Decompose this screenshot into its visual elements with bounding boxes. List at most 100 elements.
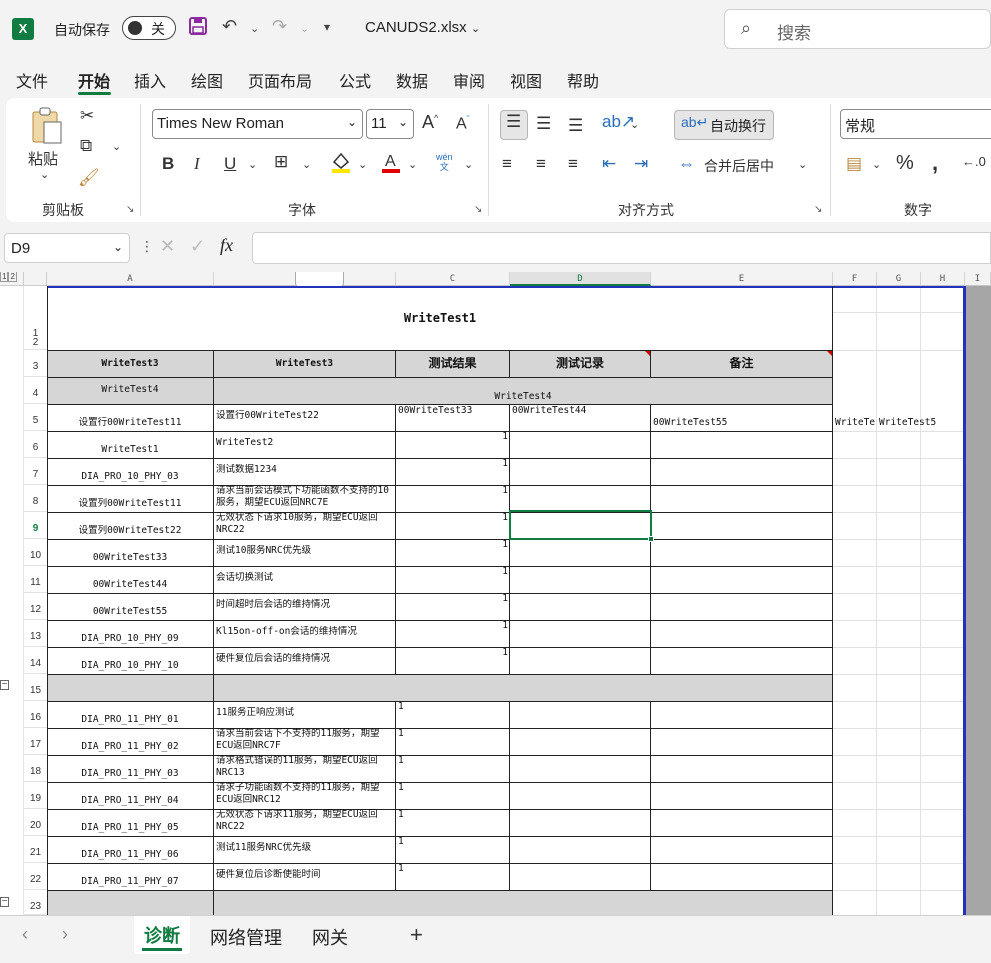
row-header[interactable]: 5	[24, 404, 47, 431]
column-header-i[interactable]: I	[965, 272, 991, 286]
column-header-g[interactable]: G	[877, 272, 921, 286]
row-header[interactable]: 18	[24, 755, 47, 782]
tab-formulas[interactable]: 公式	[339, 68, 371, 92]
align-bottom-icon[interactable]: ☰	[568, 116, 583, 136]
column-header-h[interactable]: H	[921, 272, 965, 286]
align-center-icon[interactable]: ≡	[536, 154, 546, 174]
tab-insert[interactable]: 插入	[134, 68, 166, 92]
column-header-a[interactable]: A	[47, 272, 214, 286]
row-header[interactable]: 22	[24, 863, 47, 890]
tab-home[interactable]: 开始	[78, 68, 110, 92]
phonetic-dropdown-icon[interactable]: ⌄	[464, 158, 473, 171]
redo-dropdown-icon[interactable]: ⌄	[300, 22, 309, 35]
more-options-icon[interactable]: ⋮	[140, 238, 154, 255]
next-sheet-icon[interactable]: ›	[62, 924, 68, 945]
font-size-select[interactable]: 11 ⌄	[366, 109, 414, 139]
format-painter-icon[interactable]: 🖌	[78, 168, 100, 188]
italic-icon[interactable]: I	[194, 154, 200, 174]
sheet-tab-network-management[interactable]: 网络管理	[210, 924, 282, 950]
prev-sheet-icon[interactable]: ‹	[22, 924, 28, 945]
font-color-dropdown-icon[interactable]: ⌄	[408, 158, 417, 171]
row-header-selected[interactable]: 9	[24, 512, 47, 539]
increase-font-size-icon[interactable]: A^	[422, 112, 438, 133]
copy-dropdown-icon[interactable]: ⌄	[112, 140, 121, 153]
row-header[interactable]: 23	[24, 890, 47, 915]
paste-icon[interactable]	[30, 106, 64, 151]
copy-icon[interactable]: ⧉	[80, 136, 92, 156]
increase-indent-icon[interactable]: ⇥	[634, 154, 648, 174]
column-header-f[interactable]: F	[833, 272, 877, 286]
column-header-d[interactable]: D	[510, 272, 651, 286]
collapse-group-icon[interactable]: −	[0, 680, 9, 690]
paste-button[interactable]: 粘贴	[28, 148, 58, 169]
add-sheet-icon[interactable]: +	[410, 922, 423, 948]
align-left-icon[interactable]: ≡	[502, 154, 512, 174]
align-middle-icon[interactable]: ☰	[536, 114, 551, 134]
alignment-launcher-icon[interactable]: ↘	[814, 204, 822, 215]
fill-handle[interactable]	[648, 536, 654, 542]
name-box[interactable]: D9 ⌄	[4, 233, 130, 263]
row-header[interactable]: 6	[24, 431, 47, 458]
sheet-tab-diagnosis[interactable]: 诊断	[144, 922, 180, 948]
formula-input[interactable]	[252, 232, 991, 264]
cut-icon[interactable]: ✂	[80, 106, 94, 126]
fill-color-dropdown-icon[interactable]: ⌄	[358, 158, 367, 171]
row-header[interactable]: 13	[24, 620, 47, 647]
row-header[interactable]: 10	[24, 539, 47, 566]
redo-icon[interactable]: ↷	[272, 16, 287, 37]
tab-view[interactable]: 视图	[510, 68, 542, 92]
cancel-icon[interactable]: ✕	[160, 236, 175, 257]
tab-page-layout[interactable]: 页面布局	[248, 68, 312, 92]
outline-level-buttons[interactable]: 12	[0, 272, 24, 286]
search-box[interactable]: ⌕ 搜索	[724, 9, 991, 49]
row-header[interactable]: 4	[24, 377, 47, 404]
undo-dropdown-icon[interactable]: ⌄	[250, 22, 259, 35]
accounting-dropdown-icon[interactable]: ⌄	[872, 158, 881, 171]
column-header-e[interactable]: E	[651, 272, 833, 286]
font-color-icon[interactable]: A	[380, 150, 402, 179]
phonetic-guide-icon[interactable]: wén 文	[436, 152, 453, 172]
merge-center-icon[interactable]: ⇔	[678, 154, 695, 174]
row-header[interactable]: 15	[24, 674, 47, 701]
row-header[interactable]: 7	[24, 458, 47, 485]
collapse-group-icon[interactable]: −	[0, 897, 9, 907]
tab-draw[interactable]: 绘图	[191, 68, 223, 92]
insert-function-icon[interactable]: fx	[220, 235, 233, 256]
font-launcher-icon[interactable]: ↘	[474, 204, 482, 215]
row-header[interactable]: 12	[24, 593, 47, 620]
row-header[interactable]: 19	[24, 782, 47, 809]
worksheet[interactable]: 12 − − A C D E F G H I 1 2 3 4 5 6 7 8 9…	[0, 272, 991, 915]
increase-decimal-icon[interactable]: ←.0	[962, 154, 986, 169]
tab-file[interactable]: 文件	[16, 68, 48, 92]
row-header[interactable]: 8	[24, 485, 47, 512]
accounting-format-icon[interactable]: ▤	[846, 154, 862, 174]
row-header[interactable]: 17	[24, 728, 47, 755]
tab-help[interactable]: 帮助	[567, 68, 599, 92]
decrease-indent-icon[interactable]: ⇤	[602, 154, 616, 174]
underline-icon[interactable]: U	[224, 154, 236, 174]
row-header[interactable]: 21	[24, 836, 47, 863]
row-header[interactable]: 3	[24, 350, 47, 377]
borders-icon[interactable]: ⊞	[274, 152, 288, 172]
borders-dropdown-icon[interactable]: ⌄	[302, 158, 311, 171]
customize-toolbar-icon[interactable]: ▾	[324, 20, 330, 34]
fill-color-icon[interactable]	[330, 150, 352, 179]
clipboard-launcher-icon[interactable]: ↘	[126, 204, 134, 215]
autosave-toggle[interactable]: 关	[122, 16, 176, 40]
underline-dropdown-icon[interactable]: ⌄	[248, 158, 257, 171]
percent-icon[interactable]: %	[896, 152, 914, 175]
orientation-dropdown-icon[interactable]: ⌄	[630, 118, 639, 131]
row-header[interactable]: 14	[24, 647, 47, 674]
sheet-tab-gateway[interactable]: 网关	[312, 924, 348, 950]
paste-dropdown-icon[interactable]: ⌄	[40, 168, 49, 181]
font-name-select[interactable]: Times New Roman ⌄	[152, 109, 363, 139]
align-right-icon[interactable]: ≡	[568, 154, 578, 174]
merge-dropdown-icon[interactable]: ⌄	[798, 158, 807, 171]
active-cell-d9[interactable]	[509, 510, 652, 540]
save-icon[interactable]	[188, 16, 208, 41]
select-all-corner[interactable]	[24, 272, 47, 286]
tab-data[interactable]: 数据	[396, 68, 428, 92]
row-header[interactable]: 11	[24, 566, 47, 593]
row-header[interactable]: 2	[24, 336, 47, 350]
bold-icon[interactable]: B	[162, 154, 174, 174]
